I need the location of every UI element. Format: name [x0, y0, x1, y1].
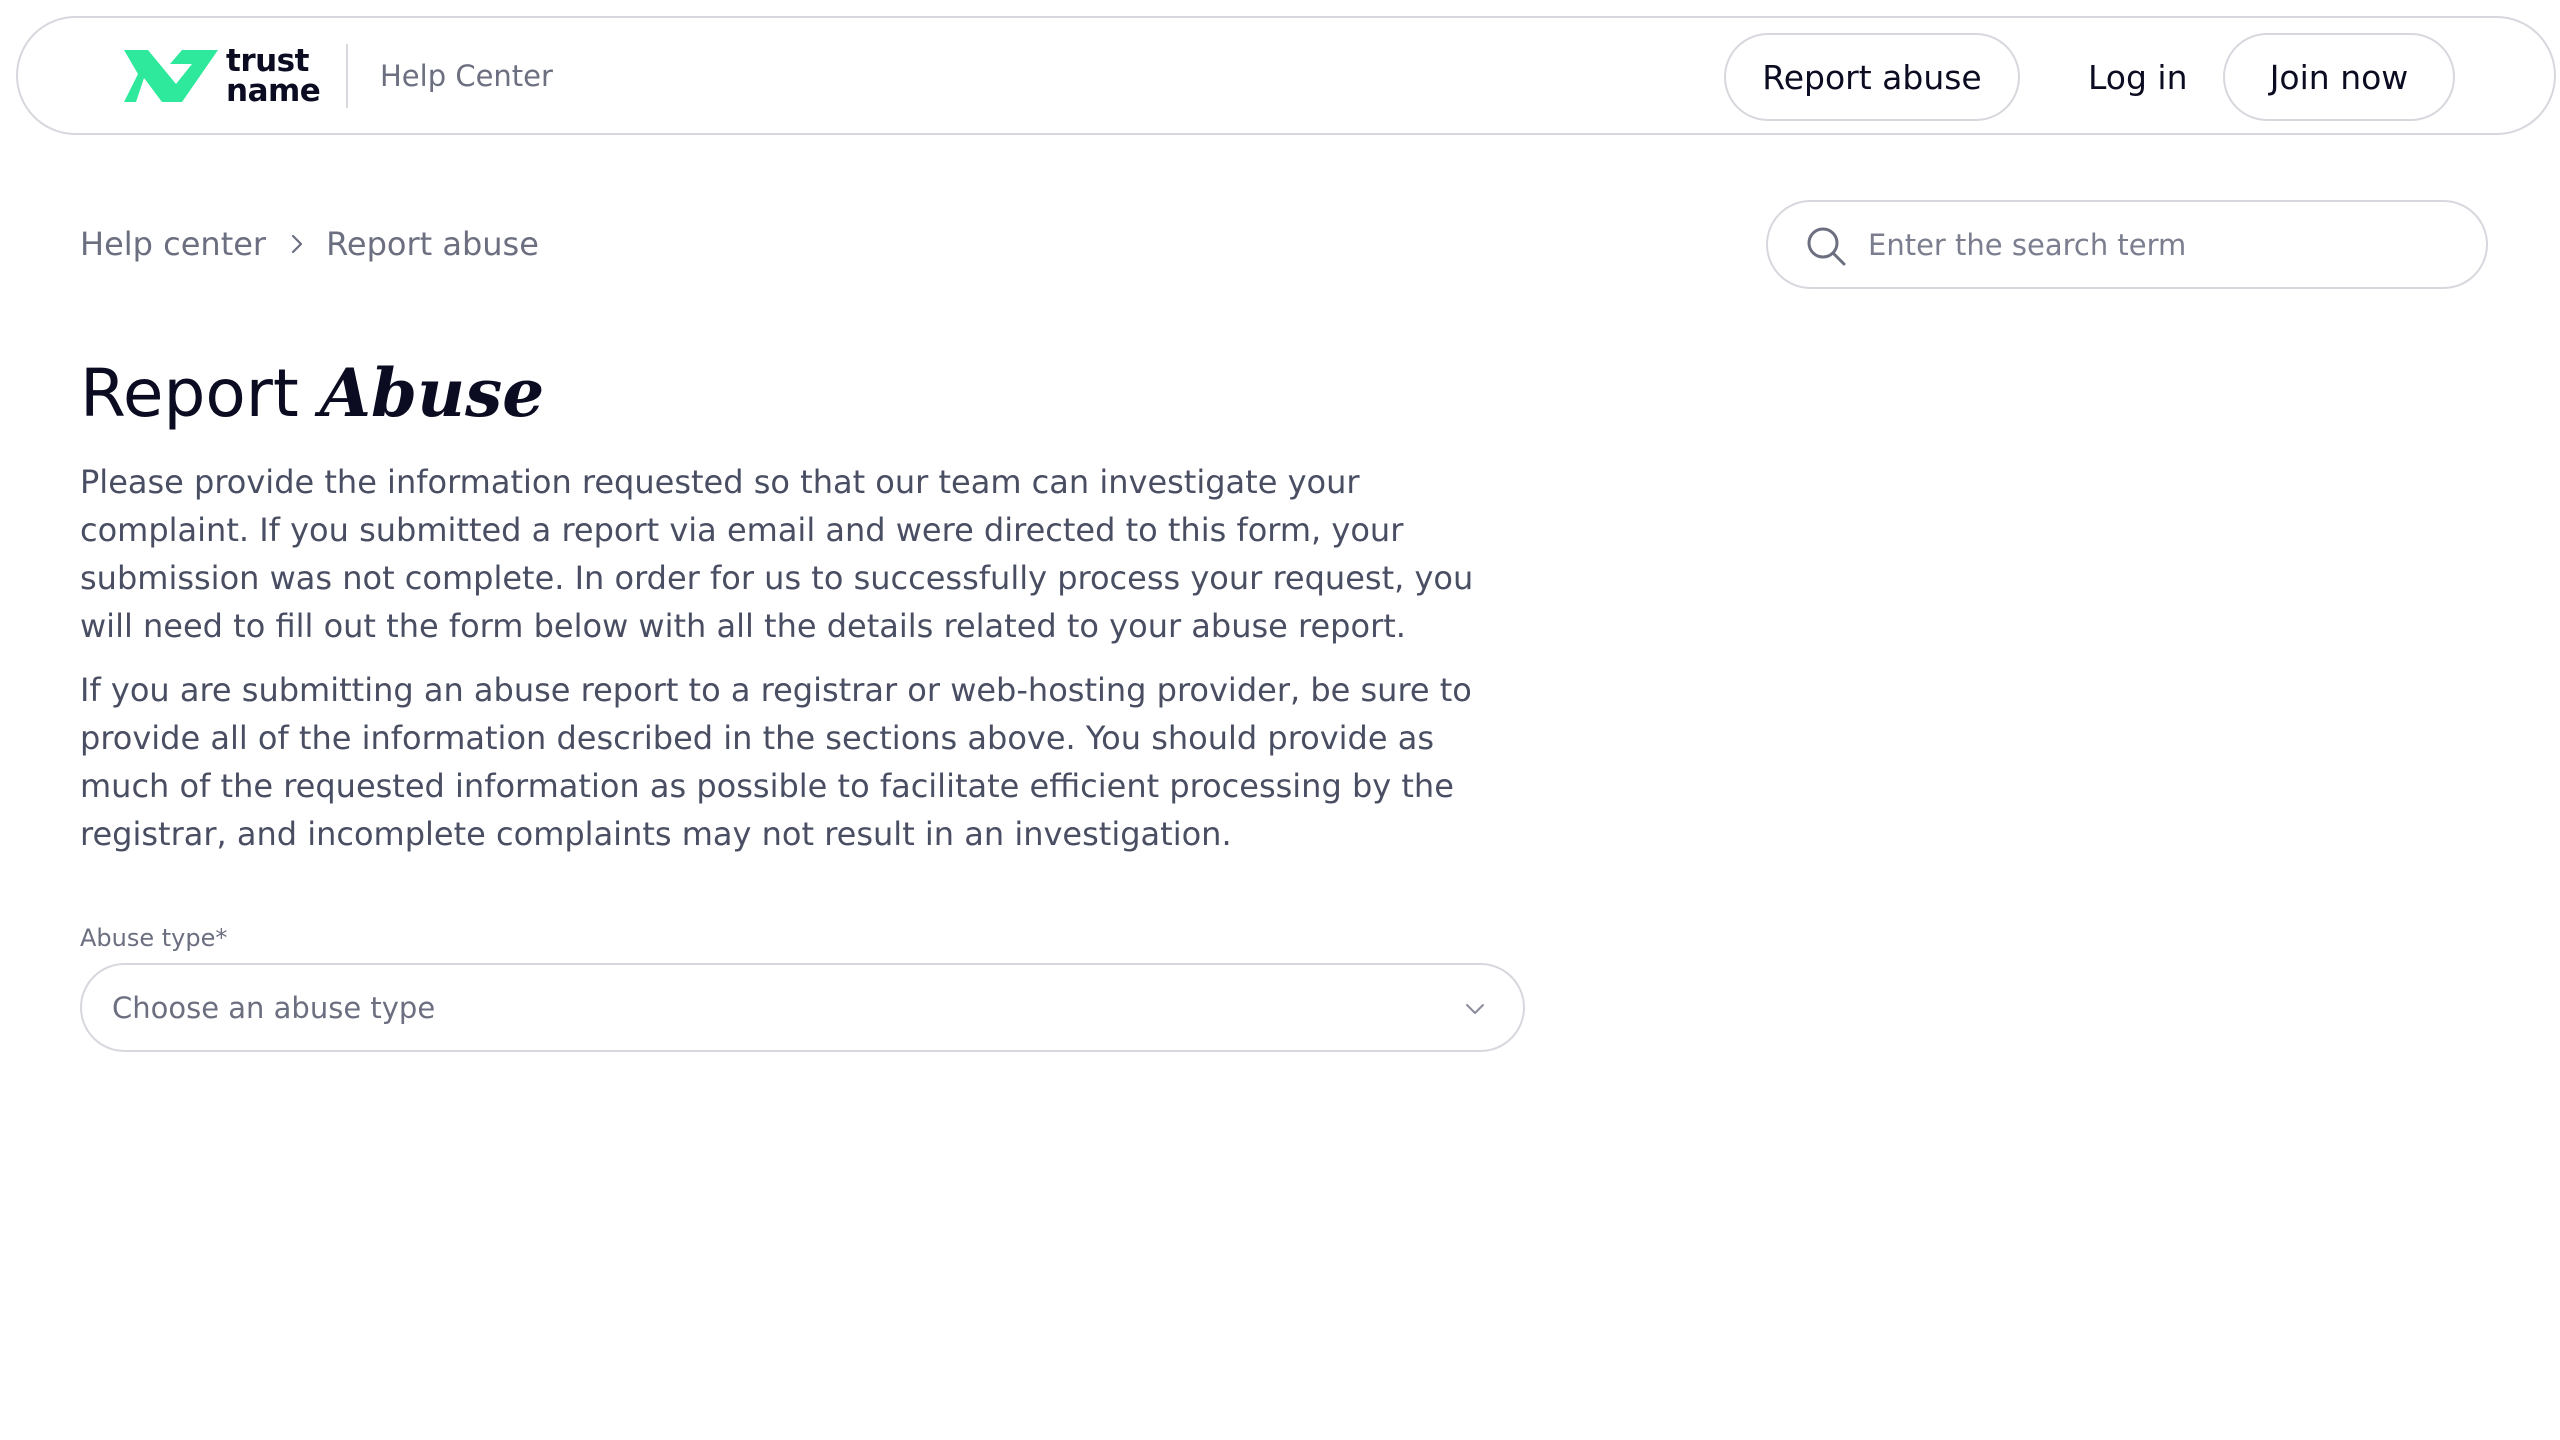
logo-wordmark-top: trust: [226, 43, 309, 79]
site-header: trust name Help Center Report abuse Log …: [16, 16, 2556, 135]
breadcrumb-help-center[interactable]: Help center: [80, 222, 266, 266]
header-divider: [346, 44, 348, 108]
page-title-emphasis: Abuse: [319, 354, 545, 432]
abuse-type-label: Abuse type*: [80, 924, 228, 952]
join-now-button[interactable]: Join now: [2223, 33, 2455, 121]
chevron-down-icon: [1466, 1004, 1484, 1014]
breadcrumb: Help center Report abuse: [80, 222, 539, 266]
intro-text: Please provide the information requested…: [80, 458, 1530, 874]
logo-wordmark-bottom: name: [226, 73, 321, 109]
intro-paragraph: Please provide the information requested…: [80, 463, 1474, 645]
trustname-logo-icon: [124, 50, 218, 102]
abuse-type-value: Choose an abuse type: [112, 991, 436, 1025]
chevron-right-icon: [290, 233, 304, 255]
logo-wordmark: trust name: [226, 43, 321, 109]
breadcrumb-report-abuse: Report abuse: [326, 225, 539, 263]
help-center-label[interactable]: Help Center: [380, 56, 553, 96]
abuse-type-select[interactable]: Choose an abuse type: [80, 963, 1525, 1052]
logo-link[interactable]: trust name: [122, 37, 321, 115]
search-box[interactable]: [1766, 200, 2488, 289]
search-icon: [1807, 227, 1846, 266]
intro-paragraph: If you are submitting an abuse report to…: [80, 671, 1472, 853]
page-title-plain: Report: [80, 355, 320, 432]
login-link[interactable]: Log in: [2088, 56, 2188, 100]
page-title: Report Abuse: [80, 352, 544, 435]
search-input[interactable]: [1868, 218, 2458, 272]
report-abuse-button[interactable]: Report abuse: [1724, 33, 2020, 121]
